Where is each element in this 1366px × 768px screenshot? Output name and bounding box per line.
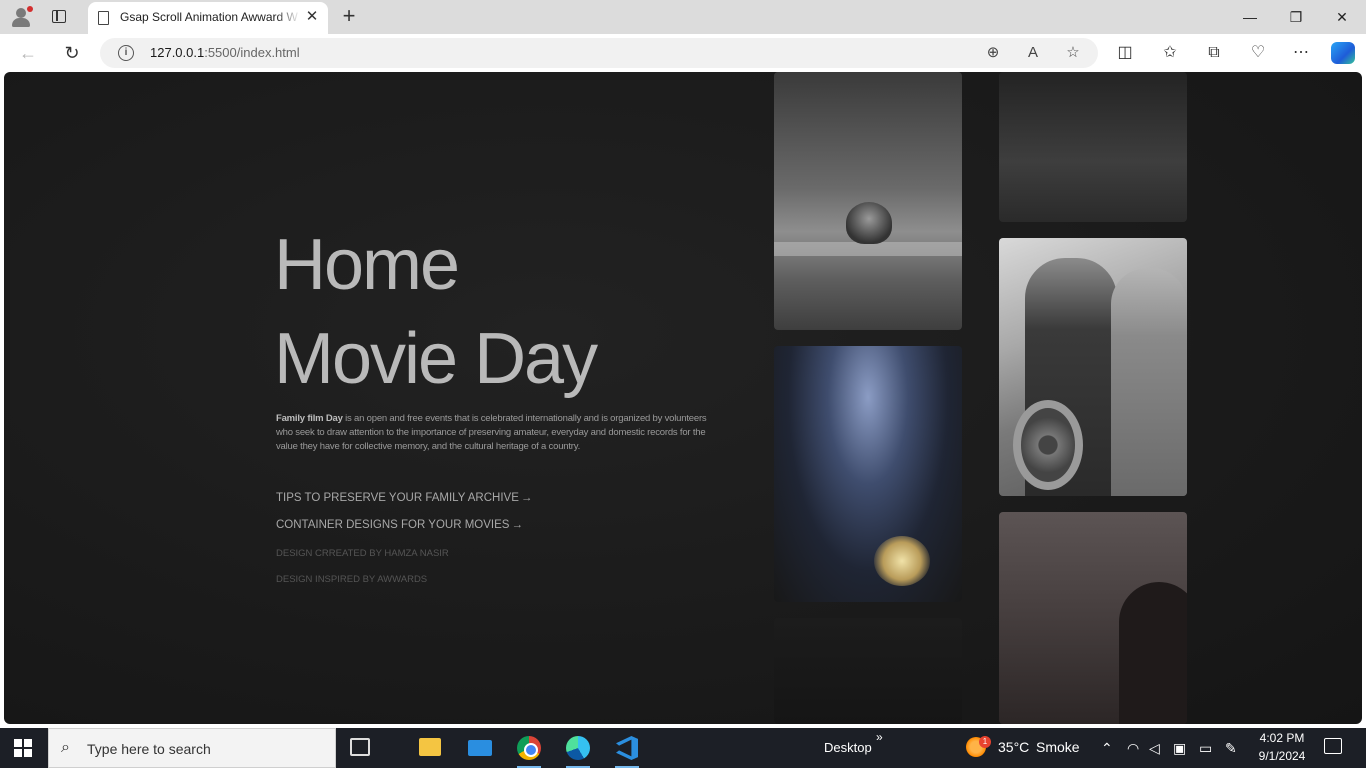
url-host: 127.0.0.1	[150, 45, 205, 60]
close-window-button[interactable]: ✕	[1322, 4, 1362, 30]
hero-title-line-1: Home	[274, 225, 460, 305]
clock-time[interactable]: 4:02 PM	[1252, 731, 1312, 745]
mail-icon[interactable]	[460, 732, 500, 768]
hero-title: Home Movie Day	[274, 218, 598, 406]
pen-icon[interactable]: ✎	[1225, 740, 1237, 757]
photo-dark-scene	[774, 618, 962, 724]
arrow-right-icon: →	[511, 519, 523, 531]
container-link-label: CONTAINER DESIGNS FOR YOUR MOVIES	[276, 519, 510, 531]
photo-audience-screening	[999, 512, 1187, 724]
tab-close-button[interactable]: ✕	[304, 9, 320, 25]
camera-icon[interactable]: ▣	[1173, 740, 1186, 757]
collections-icon[interactable]: ⧉	[1201, 42, 1227, 64]
photo-woman-with-light	[774, 346, 962, 602]
favorites-icon[interactable]: ✩	[1157, 42, 1183, 64]
search-placeholder: Type here to search	[87, 741, 211, 757]
hero-description: Family film Day is an open and free even…	[276, 412, 716, 454]
new-tab-button[interactable]: +	[338, 4, 360, 28]
file-explorer-icon[interactable]	[410, 732, 450, 768]
back-icon[interactable]: ←	[14, 40, 42, 66]
temperature[interactable]: 35°C	[998, 739, 1029, 755]
desktop-chevron-icon[interactable]: »	[876, 730, 883, 744]
hero-title-line-2: Movie Day	[274, 319, 598, 399]
copilot-icon[interactable]	[1331, 42, 1355, 64]
weather-condition[interactable]: Smoke	[1036, 739, 1080, 755]
read-aloud-icon[interactable]: A	[1022, 43, 1044, 63]
photo-men-with-film-reel	[999, 238, 1187, 496]
page-viewport: Home Movie Day Family film Day is an ope…	[4, 72, 1362, 724]
taskbar-search[interactable]: ⌕ Type here to search	[48, 728, 336, 768]
profile-icon[interactable]	[10, 6, 33, 28]
description-lead: Family film Day	[276, 413, 343, 424]
container-designs-link[interactable]: CONTAINER DESIGNS FOR YOUR MOVIES →	[276, 519, 523, 531]
chevron-up-icon[interactable]: ⌃	[1101, 740, 1113, 757]
address-bar[interactable]: i 127.0.0.1:5500/index.html ⊕ A ☆	[100, 38, 1098, 68]
arrow-right-icon: →	[520, 492, 533, 504]
notifications-icon[interactable]	[1324, 738, 1342, 754]
browser-tab-strip: Gsap Scroll Animation Awward W ✕ + — ❐ ✕	[0, 0, 1366, 34]
url-text[interactable]: 127.0.0.1:5500/index.html	[150, 45, 300, 60]
browser-toolbar: ← ↻ i 127.0.0.1:5500/index.html ⊕ A ☆ ◫ …	[0, 34, 1366, 72]
tab-title: Gsap Scroll Animation Awward W	[120, 10, 300, 24]
browser-tab[interactable]: Gsap Scroll Animation Awward W ✕	[88, 2, 328, 34]
minimize-button[interactable]: —	[1230, 4, 1270, 30]
browser-essentials-icon[interactable]: ♡	[1245, 42, 1271, 64]
restore-button[interactable]: ❐	[1276, 4, 1316, 30]
photo-film-viewer	[774, 72, 962, 330]
more-icon[interactable]: ⋯	[1288, 42, 1314, 64]
search-icon: ⌕	[61, 739, 70, 756]
info-icon[interactable]: i	[118, 45, 134, 61]
tips-link-label: TIPS TO PRESERVE YOUR FAMILY ARCHIVE	[276, 492, 519, 504]
design-credit: DESIGN CRREATED BY HAMZA NASIR	[276, 548, 449, 559]
reload-icon[interactable]: ↻	[58, 40, 86, 66]
weather-badge: 1	[979, 736, 991, 748]
battery-icon[interactable]: ▭	[1199, 740, 1212, 757]
desktop-toolbar-label[interactable]: Desktop	[824, 740, 872, 755]
taskbar: ⌕ Type here to search Desktop » 1 35°C S…	[0, 728, 1366, 768]
windows-start-icon[interactable]	[14, 739, 32, 757]
url-path: :5500/index.html	[204, 45, 300, 60]
volume-icon[interactable]: ◁	[1149, 740, 1160, 757]
chrome-icon[interactable]	[509, 732, 549, 768]
task-view-icon[interactable]	[350, 738, 370, 756]
zoom-icon[interactable]: ⊕	[982, 43, 1004, 63]
page-icon	[98, 11, 109, 25]
tips-link[interactable]: TIPS TO PRESERVE YOUR FAMILY ARCHIVE →	[276, 492, 532, 504]
split-screen-icon[interactable]: ◫	[1112, 42, 1138, 64]
tab-actions-icon[interactable]	[52, 10, 66, 23]
favorite-star-icon[interactable]: ☆	[1062, 43, 1084, 63]
vscode-icon[interactable]	[607, 732, 647, 768]
network-icon[interactable]: ◠	[1127, 740, 1139, 757]
edge-icon[interactable]	[558, 732, 598, 768]
clock-date[interactable]: 9/1/2024	[1252, 749, 1312, 763]
photo-person-resting	[999, 72, 1187, 222]
design-inspiration-credit: DESIGN INSPIRED BY AWWARDS	[276, 574, 428, 585]
